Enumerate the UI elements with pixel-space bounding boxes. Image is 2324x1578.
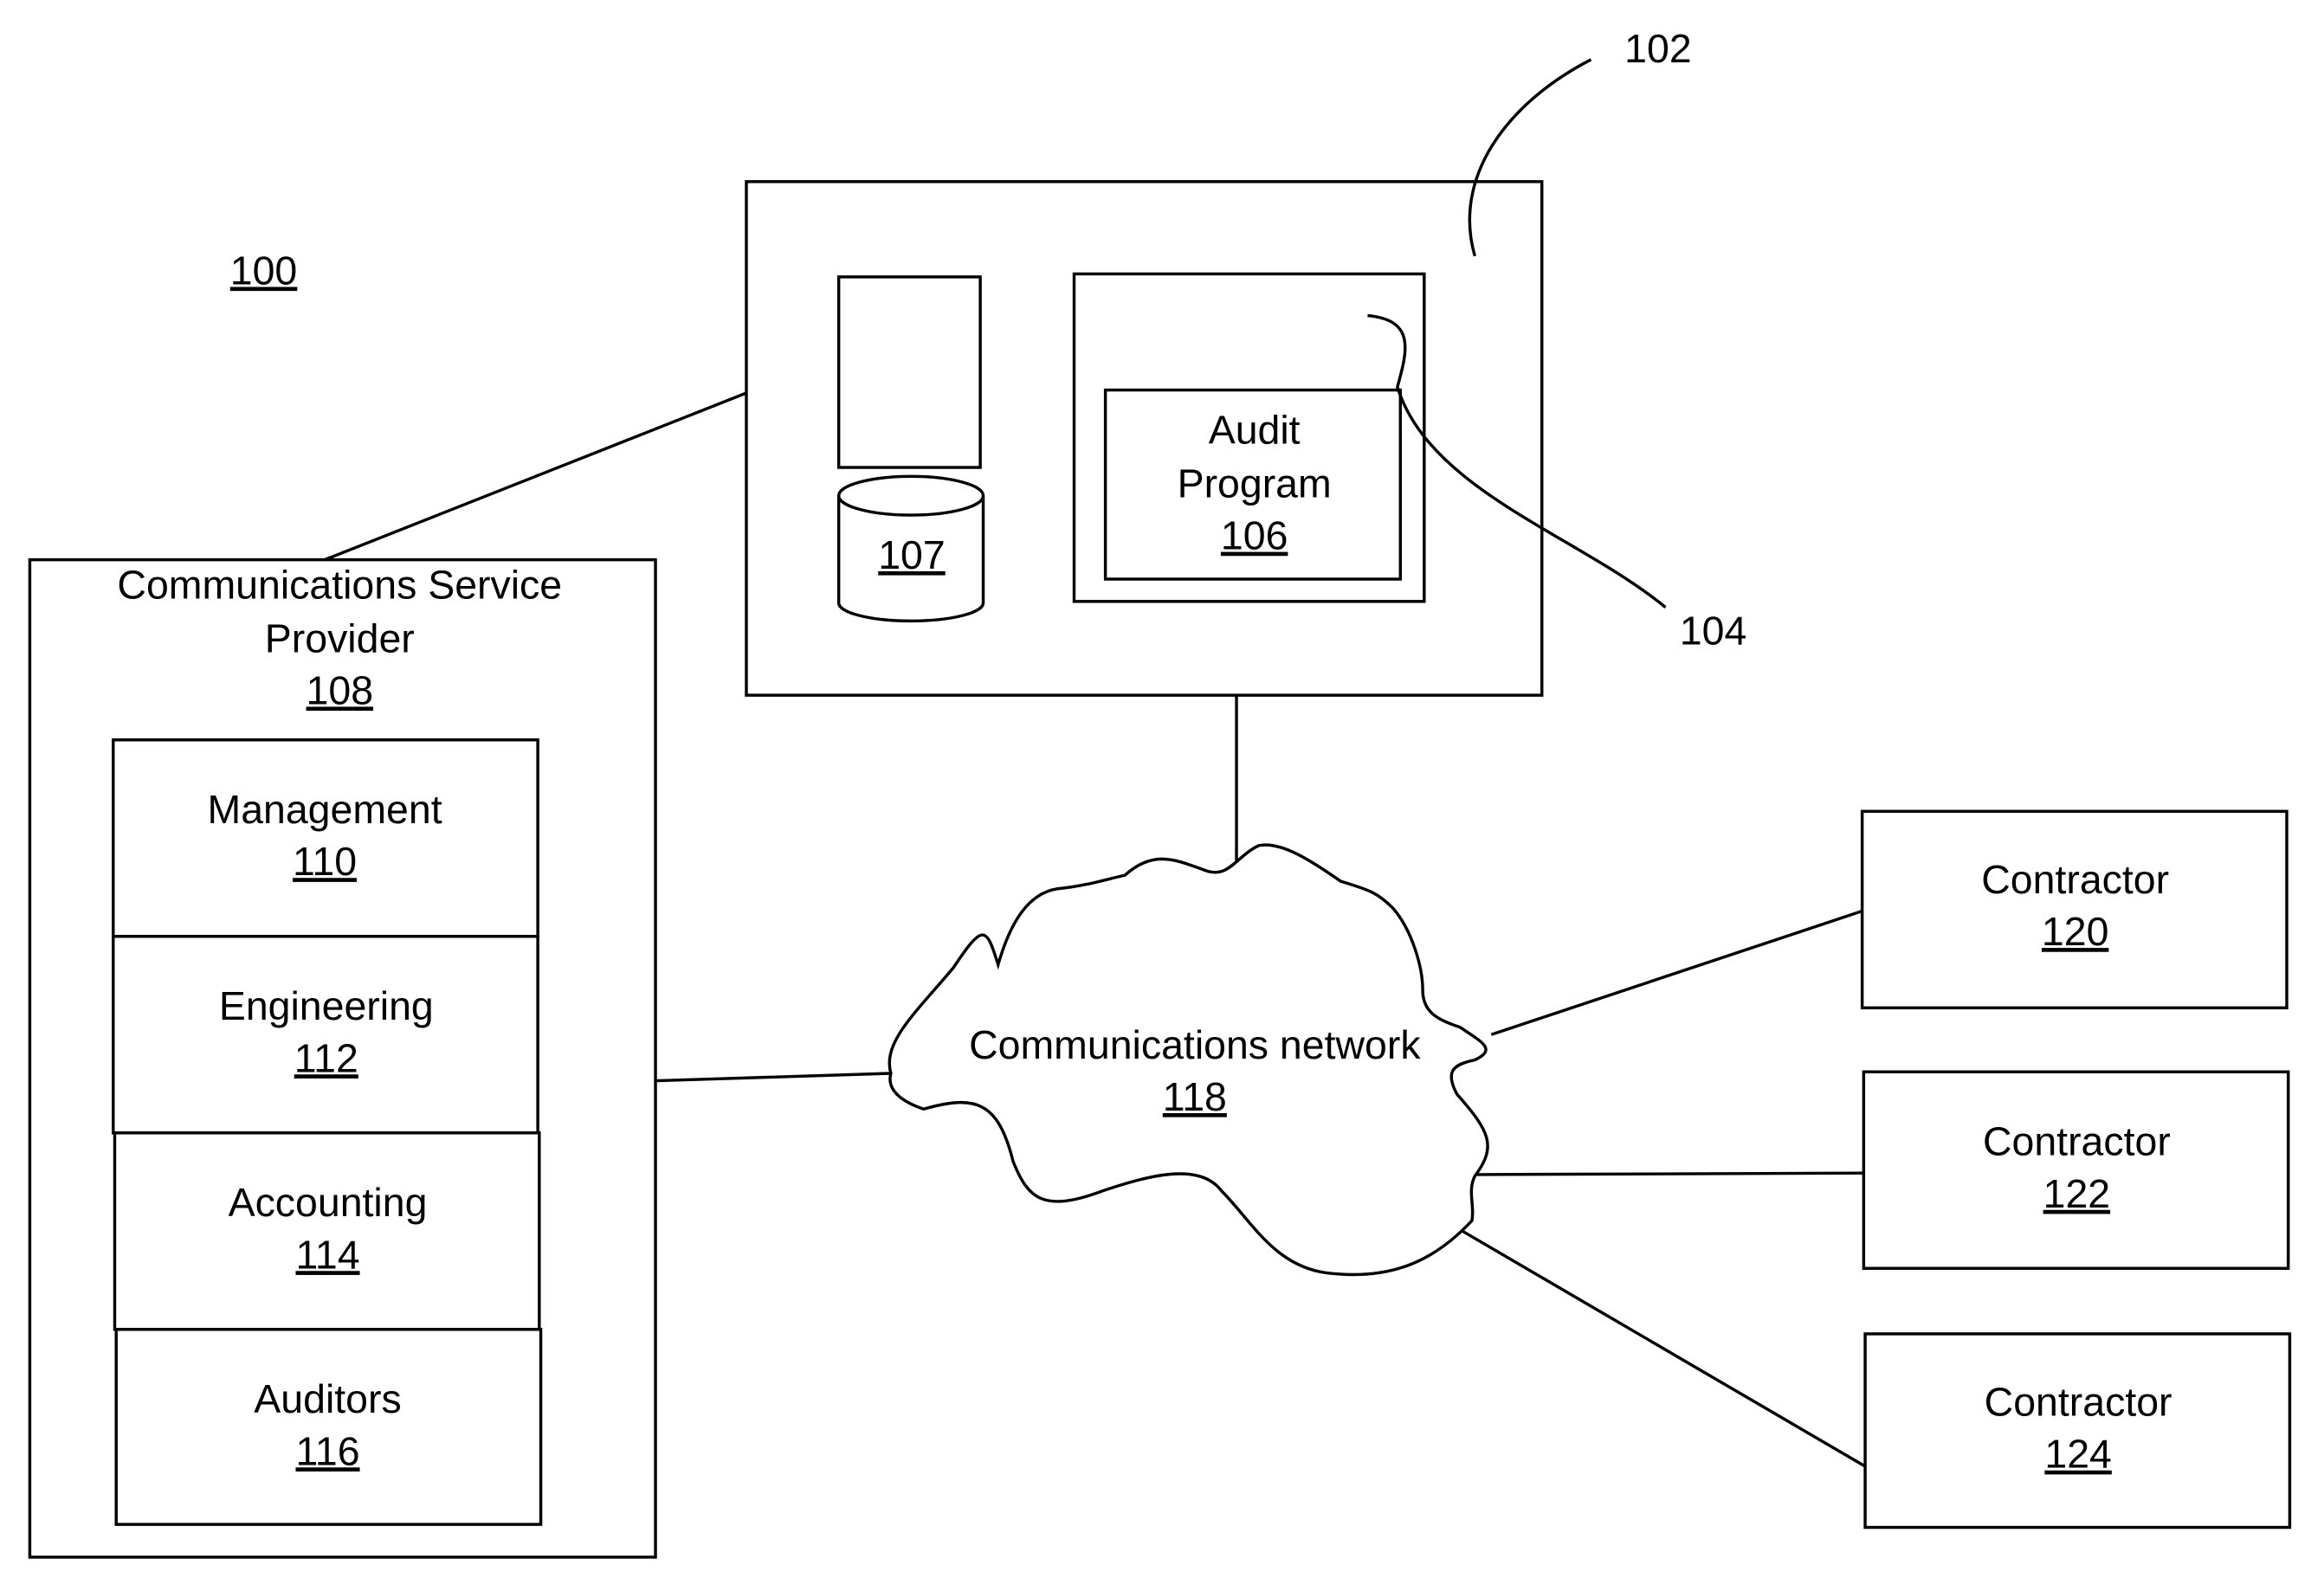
provider-line2: Provider [265, 615, 415, 660]
program-container-ref: 104 [1680, 609, 1747, 654]
department-ref: 110 [293, 839, 357, 884]
link-network-contractor-120 [1490, 909, 1863, 1036]
server-102: 102 107 Audit Program 106 104 [745, 26, 1747, 697]
department-label: Accounting [229, 1180, 428, 1225]
provider-108: Communications Service Provider 108 Mana… [28, 557, 657, 1559]
contractor-box [1862, 1070, 2290, 1270]
link-network-contractor-122 [1476, 1171, 1864, 1176]
department-engineering: Engineering 112 [112, 935, 539, 1135]
network-ref: 118 [1163, 1074, 1227, 1119]
department-ref: 116 [295, 1428, 359, 1473]
audit-program-line1: Audit [1209, 408, 1301, 453]
provider-ref: 108 [307, 667, 374, 712]
processor-box [836, 275, 982, 469]
database-ref: 107 [878, 532, 946, 577]
department-label: Auditors [254, 1376, 401, 1421]
network-118: Communications network 118 [888, 843, 1489, 1277]
department-ref: 114 [295, 1232, 359, 1277]
department-box [114, 1328, 543, 1526]
provider-line1: Communications Service [117, 562, 562, 607]
department-management: Management 110 [112, 738, 539, 938]
link-network-contractor-124 [1459, 1228, 1866, 1468]
department-accounting: Accounting 114 [113, 1131, 541, 1331]
audit-program-line2: Program [1178, 461, 1332, 506]
contractor-120: Contractor 120 [1860, 809, 2288, 1010]
contractor-label: Contractor [1985, 1380, 2172, 1425]
figure-label: 100 [230, 248, 298, 293]
contractor-124: Contractor 124 [1863, 1332, 2292, 1530]
audit-program-ref: 106 [1221, 513, 1288, 558]
link-provider-server [324, 391, 747, 562]
department-ref: 112 [294, 1035, 358, 1080]
contractor-ref: 122 [2043, 1171, 2111, 1216]
link-provider-network [655, 1072, 891, 1083]
contractor-label: Contractor [1981, 857, 2169, 902]
database-top [836, 474, 985, 517]
department-label: Management [208, 787, 442, 832]
contractor-122: Contractor 122 [1862, 1070, 2290, 1270]
database-107: 107 [836, 474, 985, 623]
department-label: Engineering [219, 983, 434, 1028]
network-label: Communications network [969, 1022, 1421, 1067]
contractor-ref: 124 [2044, 1432, 2112, 1477]
system-diagram: 100 102 107 Audit Program 106 104 Commun… [28, 26, 2292, 1559]
server-ref: 102 [1624, 26, 1692, 71]
department-auditors: Auditors 116 [114, 1328, 543, 1526]
contractor-ref: 120 [2042, 909, 2109, 954]
contractor-label: Contractor [1983, 1119, 2171, 1164]
